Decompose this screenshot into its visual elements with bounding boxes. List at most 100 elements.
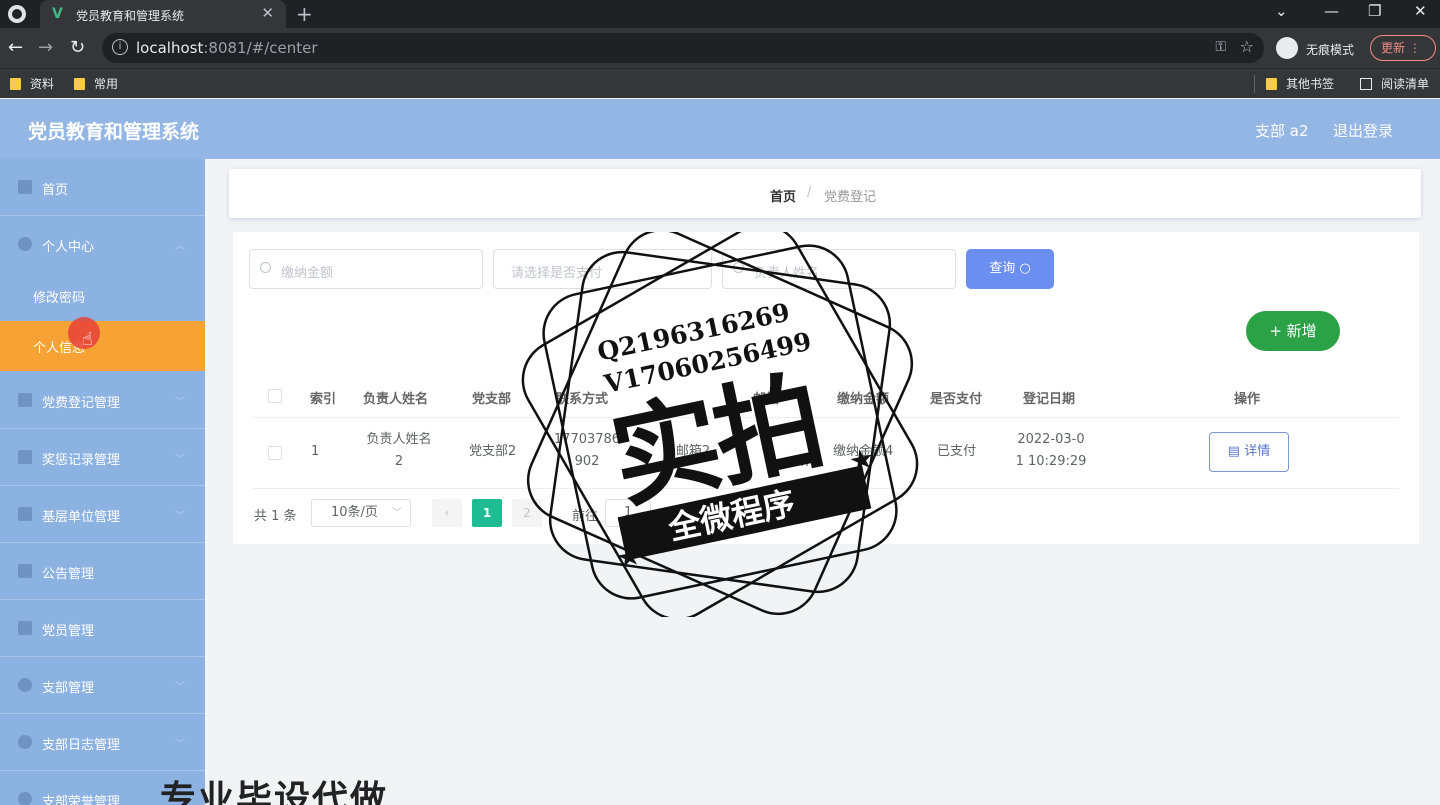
row-divider — [253, 488, 1399, 489]
browser-tab-bar: V 党员教育和管理系统 ✕ + ⌄ — ❐ ✕ — [0, 0, 1440, 28]
sidebar-item-label: 首页 — [42, 183, 69, 198]
cell-amount: 缴纳金额4 — [833, 444, 894, 459]
reading-list-icon — [1360, 78, 1372, 90]
sidebar-item-personal-center[interactable]: 个人中心 ︿ — [0, 216, 205, 273]
sidebar-item-rewards[interactable]: 奖惩记录管理 ﹀ — [0, 429, 205, 486]
page-size-select[interactable]: 10条/页 ﹀ — [311, 499, 411, 527]
update-label: 更新 — [1381, 41, 1406, 55]
plus-icon: + — [1269, 322, 1282, 340]
column-header: 联系方式 — [556, 392, 609, 407]
column-header: 索引 — [310, 392, 337, 407]
paid-status-select[interactable]: 请选择是否支付 — [493, 249, 712, 289]
pagination-total: 共 1 条 — [254, 509, 297, 524]
prev-page-button[interactable]: ‹ — [432, 499, 462, 527]
breadcrumb-current: 党费登记 — [824, 190, 877, 205]
paid-placeholder: 请选择是否支付 — [511, 266, 603, 281]
browser-menu-icon[interactable] — [8, 5, 26, 23]
list-icon — [18, 621, 32, 635]
update-button[interactable]: 更新 ⋮ — [1370, 35, 1436, 61]
query-button[interactable]: 查询 ○ — [966, 249, 1054, 289]
chevron-down-icon: ﹀ — [175, 739, 185, 750]
amount-placeholder: 缴纳金额 — [281, 266, 334, 281]
cell-name-line: 2 — [394, 454, 404, 469]
sidebar-item-label: 支部管理 — [42, 681, 95, 696]
watermark-bottom-text: 专业毕设代做 — [160, 779, 389, 805]
cell-email-line: m — [796, 455, 809, 470]
sidebar-item-branch-log[interactable]: 支部日志管理 ﹀ — [0, 714, 205, 771]
window-close-icon[interactable]: ✕ — [1414, 2, 1427, 20]
logout-link[interactable]: 退出登录 — [1333, 120, 1393, 141]
bookmark-folder-1[interactable]: 资料 — [10, 75, 54, 92]
folder-icon — [1266, 78, 1277, 90]
page-button[interactable]: 2 — [512, 499, 542, 527]
sidebar-item-home[interactable]: 首页 — [0, 159, 205, 216]
address-bar: ← → ↻ i localhost:8081/#/center ⚿ ☆ 无痕模式… — [0, 28, 1440, 68]
sidebar-item-party-fee[interactable]: 党费登记管理 ﹀ — [0, 372, 205, 429]
log-icon — [18, 735, 32, 749]
forward-icon[interactable]: → — [38, 37, 53, 58]
reload-icon[interactable]: ↻ — [70, 37, 85, 58]
add-button[interactable]: + 新增 — [1246, 311, 1340, 351]
select-all-checkbox[interactable] — [268, 389, 282, 403]
detail-button[interactable]: ▤ 详情 — [1209, 432, 1289, 472]
sidebar-item-branches[interactable]: 支部管理 ﹀ — [0, 657, 205, 714]
chevron-down-icon: ﹀ — [175, 511, 185, 522]
column-header: 缴纳金额 — [837, 392, 890, 407]
page-button-active[interactable]: 1 — [472, 499, 502, 527]
incognito-label: 无痕模式 — [1306, 43, 1355, 57]
flag-icon — [18, 393, 32, 407]
tab-title: 党员教育和管理系统 — [76, 9, 185, 23]
sidebar-item-label: 奖惩记录管理 — [42, 453, 121, 468]
vue-logo-icon: V — [52, 6, 63, 22]
tab-search-icon[interactable]: ⌄ — [1275, 2, 1288, 20]
info-icon[interactable]: i — [112, 39, 128, 55]
content-panel: 缴纳金额 请选择是否支付 负责人姓名 查询 ○ + 新增 索引 负责人姓名 党支… — [233, 232, 1419, 544]
medal-icon — [18, 450, 32, 464]
sidebar-item-notices[interactable]: 公告管理 — [0, 543, 205, 600]
back-icon[interactable]: ← — [8, 37, 23, 58]
tab-close-icon[interactable]: ✕ — [261, 4, 274, 22]
other-bookmarks-label: 其他书签 — [1286, 77, 1335, 91]
cell-date: 2022-03-0 1 10:29:29 — [1013, 429, 1089, 473]
other-bookmarks[interactable]: 其他书签 — [1266, 75, 1334, 92]
url-field[interactable]: i localhost:8081/#/center ⚿ ☆ — [102, 33, 1264, 63]
sidebar-item-members[interactable]: 党员管理 — [0, 600, 205, 657]
breadcrumb: 首页 / 党费登记 — [229, 169, 1421, 218]
url-text: localhost:8081/#/center — [136, 39, 318, 57]
amount-search-input[interactable]: 缴纳金额 — [249, 249, 483, 289]
key-icon[interactable]: ⚿ — [1215, 39, 1226, 55]
sidebar-item-change-password[interactable]: 修改密码 — [0, 271, 205, 321]
home-icon — [18, 180, 32, 194]
sidebar-item-label: 党费登记管理 — [42, 396, 121, 411]
sidebar-item-units[interactable]: 基层单位管理 ﹀ — [0, 486, 205, 543]
chevron-down-icon: ﹀ — [175, 397, 185, 408]
bookmark-star-icon[interactable]: ☆ — [1240, 37, 1254, 56]
name-search-input[interactable]: 负责人姓名 — [722, 249, 956, 289]
column-header: 负责人姓名 — [363, 392, 429, 407]
minimize-icon[interactable]: — — [1324, 2, 1339, 20]
cell-date-line: 1 10:29:29 — [1015, 454, 1087, 469]
restore-icon[interactable]: ❐ — [1368, 2, 1381, 20]
sidebar-item-personal-info[interactable]: 个人信息 — [0, 321, 205, 371]
search-icon — [733, 262, 744, 273]
cell-phone: 17703786 902 — [551, 429, 623, 473]
sidebar-item-label: 修改密码 — [33, 291, 86, 306]
bookmarks-divider — [1254, 75, 1255, 93]
row-checkbox[interactable] — [268, 446, 282, 460]
cell-branch: 党支部2 — [469, 444, 517, 459]
sidebar-item-label: 个人中心 — [42, 240, 95, 255]
reading-list[interactable]: 阅读清单 — [1360, 75, 1429, 92]
incognito-icon[interactable] — [1276, 37, 1298, 59]
breadcrumb-home[interactable]: 首页 — [770, 186, 796, 205]
sidebar-item-label: 支部荣誉管理 — [42, 795, 121, 805]
new-tab-icon[interactable]: + — [296, 2, 313, 26]
chevron-down-icon: ﹀ — [175, 682, 185, 693]
bookmark-folder-2[interactable]: 常用 — [74, 75, 118, 92]
add-label: 新增 — [1286, 322, 1317, 340]
cell-phone-line: 902 — [574, 454, 600, 469]
pointer-cursor-icon: ☝ — [82, 329, 93, 350]
browser-tab[interactable]: V 党员教育和管理系统 ✕ — [40, 0, 286, 28]
document-icon: ▤ — [1227, 444, 1241, 459]
bookmarks-bar: 资料 常用 其他书签 阅读清单 — [0, 68, 1440, 98]
goto-page-input[interactable]: 1 — [605, 499, 651, 527]
